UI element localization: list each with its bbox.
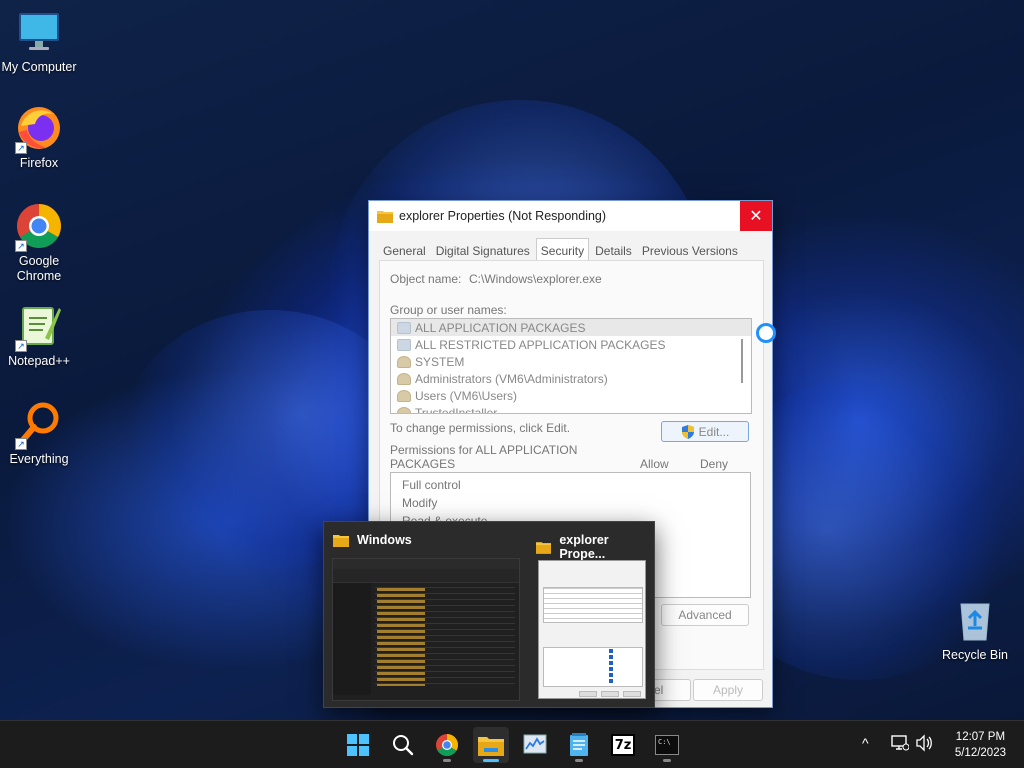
notepad-icon — [570, 733, 588, 756]
start-button[interactable] — [340, 727, 376, 763]
list-item[interactable]: Administrators (VM6\Administrators) — [391, 370, 751, 387]
recycle-bin-icon — [951, 596, 999, 644]
search-icon — [393, 735, 414, 756]
list-item[interactable]: SYSTEM — [391, 353, 751, 370]
user-icon — [397, 406, 411, 413]
everything-search-icon: ↗ — [15, 400, 63, 450]
desktop-icon-google-chrome[interactable]: ↗ Google Chrome — [0, 202, 78, 284]
apply-button[interactable]: Apply — [693, 679, 763, 701]
desktop-icon-my-computer[interactable]: My Computer — [0, 8, 78, 75]
thumbnail-title-windows[interactable]: Windows — [333, 533, 412, 547]
chrome-icon: ↗ — [15, 202, 63, 252]
desktop-icon-label: Everything — [9, 452, 69, 466]
taskbar-7zip[interactable]: 7z — [605, 727, 641, 763]
desktop-icon-label: Firefox — [19, 156, 59, 170]
7zip-icon: 7z — [611, 734, 635, 756]
permission-row: Full control — [402, 478, 461, 492]
windows-start-icon — [347, 734, 369, 756]
clock-time: 12:07 PM — [955, 731, 1006, 743]
folder-icon — [536, 542, 552, 554]
thumbnail-title-explorer-properties[interactable]: explorer Prope... — [536, 533, 654, 561]
close-button[interactable]: ✕ — [740, 201, 772, 231]
group-names-label: Group or user names: — [390, 303, 507, 317]
cancel-button[interactable]: el — [651, 679, 691, 701]
desktop-icon-label: Google Chrome — [16, 254, 62, 283]
tab-general[interactable]: General — [379, 241, 430, 261]
permission-row: Modify — [402, 496, 438, 510]
folder-icon — [333, 535, 349, 547]
chrome-icon — [436, 734, 458, 756]
thumbnail-windows-explorer[interactable] — [332, 558, 520, 701]
uac-shield-icon — [681, 424, 694, 439]
taskbar: 7z C:\ ^ 12:07 PM 5/12/2023 — [0, 720, 1024, 768]
taskbar-chrome[interactable] — [429, 727, 465, 763]
taskbar-notepad[interactable] — [561, 727, 597, 763]
desktop-icon-everything[interactable]: ↗ Everything — [0, 400, 78, 467]
user-icon — [397, 389, 411, 402]
close-icon: ✕ — [749, 208, 763, 225]
desktop-icon-notepad-plus-plus[interactable]: ↗ Notepad++ — [0, 302, 78, 369]
list-item[interactable]: ALL RESTRICTED APPLICATION PACKAGES — [391, 336, 751, 353]
tab-digital-signatures[interactable]: Digital Signatures — [432, 241, 534, 261]
tab-bar: General Digital Signatures Security Deta… — [379, 238, 744, 261]
clock-date: 5/12/2023 — [954, 747, 1006, 759]
busy-spinner-icon — [756, 323, 776, 343]
system-clock[interactable]: 12:07 PM 5/12/2023 — [955, 729, 1006, 761]
list-item[interactable]: TrustedInstaller — [391, 404, 751, 413]
volume-icon[interactable] — [915, 734, 933, 755]
tray-overflow-chevron-icon[interactable]: ^ — [862, 735, 869, 751]
firefox-icon: ↗ — [15, 104, 63, 154]
tab-security[interactable]: Security — [535, 238, 590, 261]
window-title: explorer Properties (Not Responding) — [399, 209, 607, 223]
terminal-icon: C:\ — [655, 735, 679, 755]
desktop-icon-firefox[interactable]: ↗ Firefox — [0, 104, 78, 171]
user-icon — [397, 372, 411, 385]
change-permissions-text: To change permissions, click Edit. — [390, 421, 571, 435]
list-item[interactable]: ALL APPLICATION PACKAGES — [391, 319, 751, 336]
desktop-icon-recycle-bin[interactable]: Recycle Bin — [936, 596, 1014, 663]
advanced-button[interactable]: Advanced — [661, 604, 749, 626]
taskbar-resource-monitor[interactable] — [517, 727, 553, 763]
object-name-label: Object name: — [390, 272, 462, 286]
group-names-list[interactable]: ALL APPLICATION PACKAGES ALL RESTRICTED … — [390, 318, 752, 414]
window-titlebar[interactable]: explorer Properties (Not Responding) ✕ — [369, 201, 772, 231]
desktop-icon-label: My Computer — [1, 60, 77, 74]
resource-monitor-icon — [523, 734, 547, 754]
network-icon[interactable] — [891, 734, 910, 755]
thumbnail-explorer-properties[interactable] — [538, 560, 646, 699]
taskbar-thumbnail-preview: Windows explorer Prope... — [323, 521, 655, 708]
group-icon — [397, 321, 411, 334]
scrollbar[interactable] — [741, 339, 743, 383]
search-button[interactable] — [385, 727, 421, 763]
notepad-plus-plus-icon: ↗ — [15, 302, 63, 352]
allow-column-header: Allow — [640, 457, 669, 471]
object-name-value: C:\Windows\explorer.exe — [469, 272, 602, 286]
taskbar-terminal[interactable]: C:\ — [649, 727, 685, 763]
taskbar-file-explorer[interactable] — [473, 727, 509, 763]
permissions-for-label: Permissions for ALL APPLICATION PACKAGES — [390, 443, 578, 471]
tab-details[interactable]: Details — [591, 241, 636, 261]
desktop-icon-label: Notepad++ — [8, 354, 70, 368]
desktop-icon-label: Recycle Bin — [942, 648, 1008, 662]
user-icon — [397, 355, 411, 368]
folder-icon — [377, 211, 393, 223]
edit-button[interactable]: Edit... — [661, 421, 749, 442]
file-explorer-icon — [478, 737, 504, 756]
monitor-icon — [15, 8, 63, 56]
tab-previous-versions[interactable]: Previous Versions — [638, 241, 742, 261]
list-item[interactable]: Users (VM6\Users) — [391, 387, 751, 404]
deny-column-header: Deny — [700, 457, 729, 471]
group-icon — [397, 338, 411, 351]
